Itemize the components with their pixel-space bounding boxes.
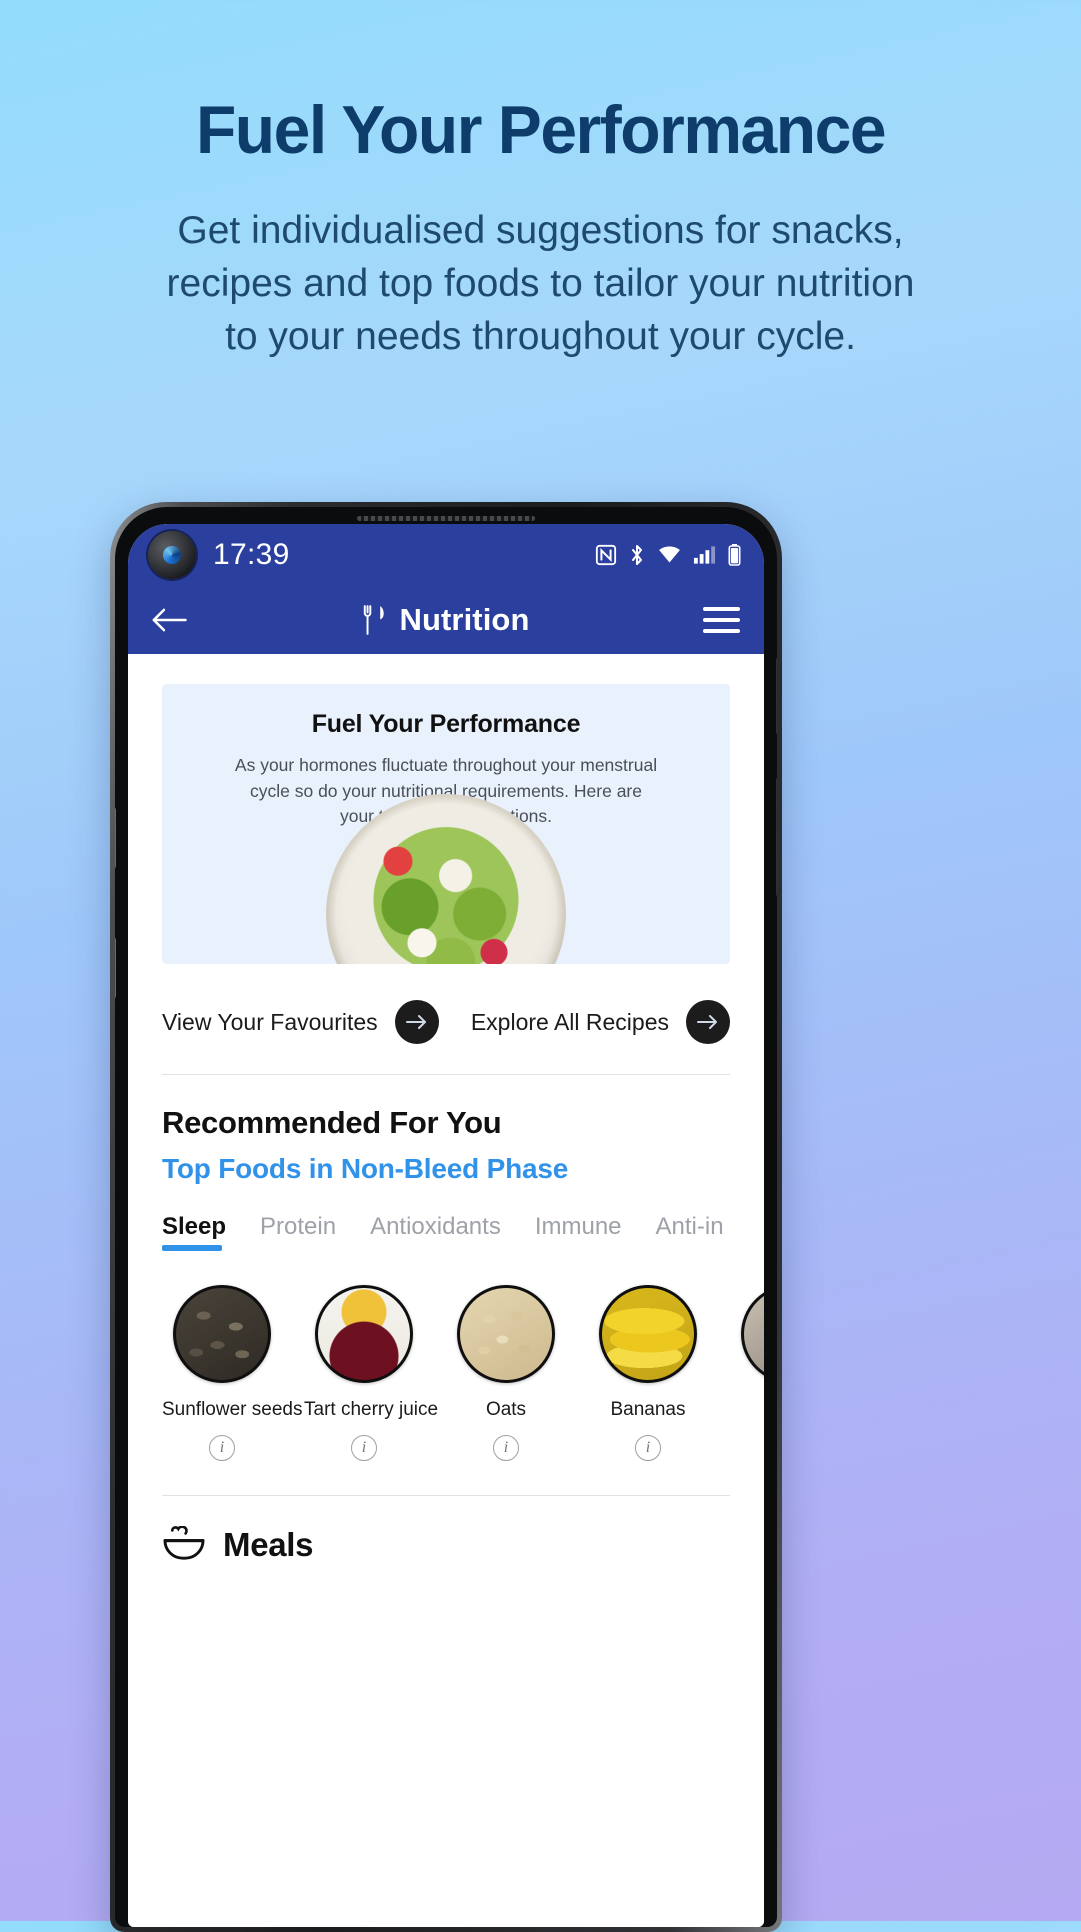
fork-knife-icon — [364, 605, 385, 635]
explore-recipes-label: Explore All Recipes — [470, 1008, 669, 1035]
food-item[interactable]: Tart cherry juice i — [304, 1285, 439, 1461]
tab-antioxidants[interactable]: Antioxidants — [370, 1213, 501, 1251]
info-icon[interactable]: i — [209, 1435, 235, 1461]
phone-mockup: 17:39 Nutrition Fuel Your Performance As… — [110, 502, 782, 1932]
phone-bezel: 17:39 Nutrition Fuel Your Performance As… — [115, 507, 777, 1927]
food-list: Sunflower seeds i Tart cherry juice i Oa… — [162, 1285, 764, 1461]
recommended-heading: Recommended For You — [162, 1105, 502, 1140]
food-name: Bananas — [610, 1399, 686, 1420]
back-arrow-icon[interactable] — [150, 606, 188, 634]
arrow-right-icon[interactable] — [686, 1000, 730, 1044]
category-tabs: Sleep Protein Antioxidants Immune Anti-i… — [162, 1213, 730, 1251]
bluetooth-icon — [632, 545, 642, 565]
tart-cherry-juice-image — [315, 1285, 413, 1383]
cellular-signal-icon — [693, 546, 716, 564]
side-button[interactable] — [776, 777, 777, 897]
volume-up-button[interactable] — [115, 807, 116, 869]
app-bar-title: Nutrition — [399, 602, 530, 637]
section-divider — [162, 1074, 730, 1075]
status-clock: 17:39 — [213, 538, 290, 571]
sunflower-seeds-image — [173, 1285, 271, 1383]
section-divider — [162, 1495, 730, 1496]
meals-title: Meals — [223, 1526, 314, 1563]
food-name: Sunflower seeds — [162, 1399, 303, 1420]
food-item[interactable]: Oats i — [446, 1285, 566, 1461]
front-camera-punchhole — [148, 531, 196, 579]
food-name: Oats — [485, 1399, 527, 1420]
food-item[interactable]: Sunflower seeds i — [162, 1285, 303, 1461]
volume-down-button[interactable] — [115, 937, 116, 999]
tab-sleep[interactable]: Sleep — [162, 1213, 226, 1251]
recommended-subheading: Top Foods in Non-Bleed Phase — [162, 1153, 569, 1184]
meal-bowl-icon — [163, 1526, 205, 1560]
tab-immune[interactable]: Immune — [535, 1213, 622, 1251]
view-favourites-label: View Your Favourites — [162, 1008, 378, 1035]
status-bar: 17:39 — [128, 524, 764, 586]
page-subtitle: Get individualised suggestions for snack… — [166, 209, 915, 359]
view-favourites-button[interactable]: View Your Favourites — [162, 1000, 439, 1044]
tab-anti-inflammatory[interactable]: Anti-in — [656, 1213, 724, 1251]
next-food-image — [741, 1285, 764, 1383]
power-button[interactable] — [776, 657, 777, 735]
hero-card: Fuel Your Performance As your hormones f… — [162, 684, 730, 964]
hamburger-menu-icon[interactable] — [703, 607, 740, 633]
battery-icon — [728, 544, 741, 566]
page-title: Fuel Your Performance — [195, 92, 887, 168]
wifi-icon — [659, 546, 680, 563]
arrow-right-icon[interactable] — [394, 1000, 439, 1044]
info-icon[interactable]: i — [493, 1435, 519, 1461]
tab-protein[interactable]: Protein — [260, 1213, 336, 1251]
app-bar-title-group: Nutrition — [128, 602, 764, 638]
food-item-partial[interactable] — [730, 1285, 764, 1461]
oats-image — [457, 1285, 555, 1383]
status-icons — [595, 543, 742, 567]
info-icon[interactable]: i — [635, 1435, 661, 1461]
screen-content: Fuel Your Performance As your hormones f… — [128, 654, 764, 1927]
hero-title: Fuel Your Performance — [311, 710, 581, 738]
bananas-image — [599, 1285, 697, 1383]
food-item[interactable]: Bananas i — [588, 1285, 708, 1461]
nfc-icon — [595, 544, 617, 566]
food-name: Tart cherry juice — [304, 1399, 439, 1420]
quick-links-row: View Your Favourites Explore All Recipes — [162, 964, 730, 1074]
promo-header: Fuel Your Performance Get individualised… — [0, 0, 1081, 363]
explore-recipes-button[interactable]: Explore All Recipes — [471, 1000, 730, 1044]
app-bar: Nutrition — [128, 586, 764, 654]
info-icon[interactable]: i — [351, 1435, 377, 1461]
earpiece-speaker — [357, 516, 535, 521]
phone-screen: 17:39 Nutrition Fuel Your Performance As… — [128, 524, 764, 1927]
meals-section-header: Meals — [162, 1526, 730, 1564]
